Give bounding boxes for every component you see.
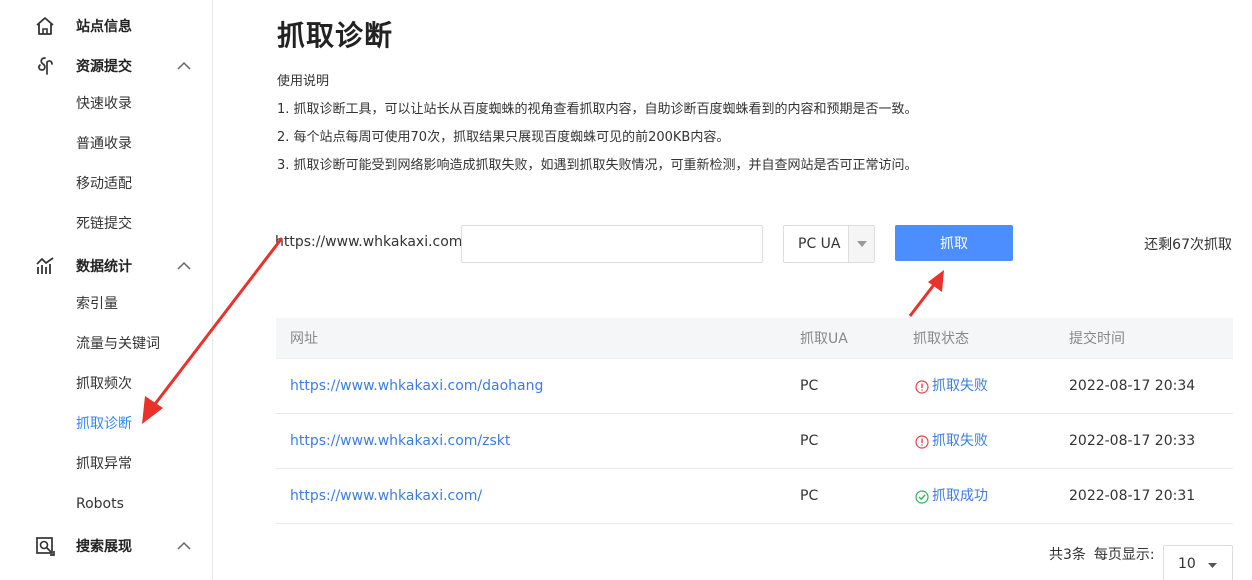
chevron-up-icon[interactable] (176, 538, 192, 554)
sidebar-item-mobile-adapt[interactable]: 移动适配 (76, 174, 132, 194)
error-icon (915, 379, 929, 394)
column-header-url: 网址 (290, 331, 318, 347)
table-row: https://www.whkakaxi.com/daohang PC 抓取失败… (276, 359, 1233, 414)
column-header-ua: 抓取UA (800, 331, 848, 347)
remaining-count: 还剩67次抓取 (1144, 237, 1232, 253)
success-check-icon (915, 489, 929, 504)
row-status-label: 抓取失败 (932, 433, 988, 449)
sidebar-item-quick-index[interactable]: 快速收录 (76, 94, 132, 114)
sidebar-section-search-display[interactable]: 搜索展现 (0, 526, 212, 566)
url-path-input[interactable] (461, 225, 763, 263)
sidebar-item-robots[interactable]: Robots (76, 494, 124, 514)
sidebar-section-site-info[interactable]: 站点信息 (0, 6, 212, 46)
chevron-up-icon[interactable] (176, 258, 192, 274)
row-status-label: 抓取失败 (932, 378, 988, 394)
fetch-button[interactable]: 抓取 (895, 225, 1013, 261)
pagination-info: 共3条 每页显示: (1049, 544, 1155, 564)
per-page-select[interactable]: 10 (1163, 545, 1233, 580)
table-row: https://www.whkakaxi.com/ PC 抓取成功 2022-0… (276, 469, 1233, 524)
row-time: 2022-08-17 20:33 (1069, 433, 1196, 449)
sidebar-item-normal-index[interactable]: 普通收录 (76, 134, 132, 154)
row-url-link[interactable]: https://www.whkakaxi.com/daohang (290, 359, 543, 414)
sidebar-item-crawl-frequency[interactable]: 抓取频次 (76, 374, 132, 394)
row-ua: PC (800, 488, 819, 504)
sidebar-section-label: 数据统计 (76, 259, 132, 275)
page-title: 抓取诊断 (277, 19, 394, 52)
table-row: https://www.whkakaxi.com/zskt PC 抓取失败 20… (276, 414, 1233, 469)
row-time: 2022-08-17 20:31 (1069, 488, 1196, 504)
row-status[interactable]: 抓取失败 (915, 359, 988, 414)
usage-note: 3. 抓取诊断可能受到网络影响造成抓取失败，如遇到抓取失败情况，可重新检测，并自… (277, 158, 918, 173)
ua-select[interactable]: PC UA (783, 225, 875, 263)
row-time: 2022-08-17 20:34 (1069, 378, 1196, 394)
search-display-icon (34, 535, 56, 557)
row-url-link[interactable]: https://www.whkakaxi.com/zskt (290, 414, 510, 469)
caret-down-icon (1207, 556, 1217, 572)
sidebar: 站点信息 资源提交 快速收录 普通收录 移动适配 死链提交 数据统计 索引量 流… (0, 0, 213, 580)
sidebar-section-label: 搜索展现 (76, 539, 132, 555)
error-icon (915, 434, 929, 449)
usage-note: 2. 每个站点每周可使用70次，抓取结果只展现百度蜘蛛可见的前200KB内容。 (277, 130, 730, 145)
sidebar-item-dead-link[interactable]: 死链提交 (76, 214, 132, 234)
per-page-label: 每页显示: (1093, 547, 1155, 563)
ua-select-value: PC UA (798, 236, 841, 252)
row-ua: PC (800, 433, 819, 449)
per-page-value: 10 (1178, 556, 1196, 572)
table-header: 网址 抓取UA 抓取状态 提交时间 (276, 318, 1233, 359)
row-status[interactable]: 抓取失败 (915, 414, 988, 469)
sidebar-section-data-stats[interactable]: 数据统计 (0, 246, 212, 286)
row-ua: PC (800, 378, 819, 394)
usage-title: 使用说明 (277, 74, 330, 89)
caret-down-icon[interactable] (848, 226, 874, 262)
row-url-link[interactable]: https://www.whkakaxi.com/ (290, 469, 482, 524)
url-prefix: https://www.whkakaxi.com/ (275, 234, 468, 250)
stats-icon (34, 255, 56, 277)
column-header-time: 提交时间 (1069, 331, 1125, 347)
home-icon (34, 15, 56, 37)
crawl-history-table: 网址 抓取UA 抓取状态 提交时间 https://www.whkakaxi.c… (276, 318, 1233, 524)
sidebar-item-crawl-errors[interactable]: 抓取异常 (76, 454, 132, 474)
sidebar-item-traffic-keywords[interactable]: 流量与关键词 (76, 334, 160, 354)
sidebar-section-resource-submit[interactable]: 资源提交 (0, 46, 212, 86)
row-status[interactable]: 抓取成功 (915, 469, 988, 524)
chevron-up-icon[interactable] (176, 58, 192, 74)
main-content: 抓取诊断 使用说明 1. 抓取诊断工具，可以让站长从百度蜘蛛的视角查看抓取内容，… (213, 0, 1252, 580)
sidebar-item-crawl-diagnosis[interactable]: 抓取诊断 (76, 414, 132, 434)
row-status-label: 抓取成功 (932, 488, 988, 504)
sidebar-section-label: 资源提交 (76, 59, 132, 75)
total-count: 共3条 (1049, 547, 1086, 563)
usage-note: 1. 抓取诊断工具，可以让站长从百度蜘蛛的视角查看抓取内容，自助诊断百度蜘蛛看到… (277, 102, 918, 117)
sidebar-section-label: 站点信息 (76, 19, 132, 35)
submit-icon (34, 55, 56, 77)
column-header-status: 抓取状态 (913, 331, 969, 347)
sidebar-item-index-volume[interactable]: 索引量 (76, 294, 118, 314)
